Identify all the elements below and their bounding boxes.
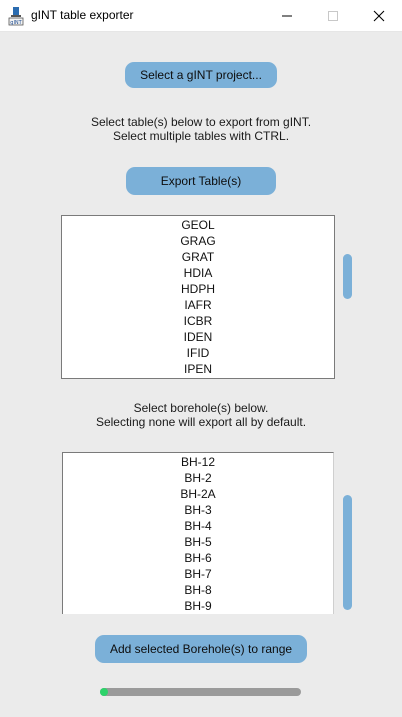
progress-bar	[100, 688, 301, 696]
table-list-item[interactable]: HDIA	[62, 265, 334, 281]
svg-text:gINT: gINT	[10, 20, 22, 26]
add-boreholes-button[interactable]: Add selected Borehole(s) to range	[95, 635, 307, 663]
borehole-list-item[interactable]: BH-2	[63, 470, 333, 486]
table-list-item[interactable]: GRAG	[62, 233, 334, 249]
boreholes-caption-line-2: Selecting none will export all by defaul…	[95, 415, 307, 429]
table-list-item[interactable]: IPEN	[62, 361, 334, 377]
maximize-button[interactable]	[310, 0, 356, 31]
table-list-item[interactable]: GEOL	[62, 217, 334, 233]
table-list-item[interactable]: IFID	[62, 345, 334, 361]
tables-caption-line-2: Select multiple tables with CTRL.	[112, 129, 290, 143]
borehole-list-item[interactable]: BH-7	[63, 566, 333, 582]
gint-app-icon: gINT	[8, 7, 24, 26]
maximize-icon	[328, 10, 338, 21]
borehole-list-item[interactable]: BH-3	[63, 502, 333, 518]
table-list-item[interactable]: ICBR	[62, 313, 334, 329]
borehole-list-item[interactable]: BH-12	[63, 454, 333, 470]
tables-listbox[interactable]: GEOL GRAG GRAT HDIA HDPH IAFR ICBR IDEN IFID IPEN	[61, 215, 335, 379]
borehole-list-item[interactable]: BH-8	[63, 582, 333, 598]
select-project-button[interactable]: Select a gINT project...	[125, 62, 277, 88]
borehole-list-item[interactable]: BH-4	[63, 518, 333, 534]
boreholes-scrollbar-thumb[interactable]	[343, 495, 352, 610]
borehole-list-item[interactable]: BH-6	[63, 550, 333, 566]
close-icon	[373, 10, 385, 21]
minimize-button[interactable]	[264, 0, 310, 31]
table-list-item[interactable]: IDEN	[62, 329, 334, 345]
close-button[interactable]	[356, 0, 402, 31]
tables-scrollbar-thumb[interactable]	[343, 254, 352, 299]
tables-caption-line-1: Select table(s) below to export from gIN…	[90, 115, 312, 129]
boreholes-caption-line-1: Select borehole(s) below.	[133, 401, 269, 415]
table-list-item[interactable]: IAFR	[62, 297, 334, 313]
progress-bar-fill	[100, 688, 108, 696]
borehole-list-item[interactable]: BH-5	[63, 534, 333, 550]
window-title: gINT table exporter	[31, 8, 134, 22]
export-tables-button[interactable]: Export Table(s)	[126, 167, 276, 195]
minimize-icon	[282, 15, 292, 16]
borehole-list-item[interactable]: BH-2A	[63, 486, 333, 502]
title-bar: gINT gINT table exporter	[0, 0, 402, 32]
table-list-item[interactable]: HDPH	[62, 281, 334, 297]
table-list-item[interactable]: GRAT	[62, 249, 334, 265]
borehole-list-item[interactable]: BH-9	[63, 598, 333, 614]
boreholes-listbox[interactable]: BH-12 BH-2 BH-2A BH-3 BH-4 BH-5 BH-6 BH-7 BH-8 BH…	[62, 452, 334, 614]
